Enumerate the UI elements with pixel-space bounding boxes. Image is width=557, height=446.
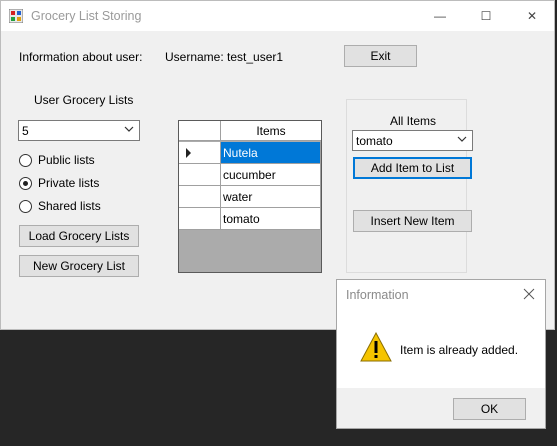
row-header[interactable] [179,208,221,230]
chevron-down-icon [124,126,134,132]
radio-shared-label: Shared lists [38,199,101,213]
chevron-down-icon [457,136,467,142]
maximize-button[interactable]: ☐ [463,1,509,31]
add-item-to-list-button[interactable]: Add Item to List [353,157,472,179]
information-dialog: Information Item is already added. OK [336,279,546,429]
new-grocery-list-button[interactable]: New Grocery List [19,255,139,277]
grid-column-header[interactable]: Items [221,124,321,138]
table-row[interactable]: water [179,186,321,208]
window-title: Grocery List Storing [31,9,142,23]
close-icon[interactable] [523,288,535,300]
dialog-body: Item is already added. [337,309,545,388]
grocery-list-combo-value: 5 [22,124,29,138]
radio-circle [19,177,32,190]
row-header[interactable] [179,186,221,208]
dialog-title: Information [346,288,409,302]
radio-circle [19,154,32,167]
warning-icon [360,332,392,362]
cell-text: water [223,190,253,204]
radio-circle [19,200,32,213]
grocery-list-combo[interactable]: 5 [18,120,140,141]
table-cell[interactable]: water [221,186,321,208]
close-icon: ✕ [526,9,538,23]
ok-button[interactable]: OK [453,398,526,420]
cell-text: cucumber [223,168,276,182]
minimize-button[interactable]: — [417,1,463,31]
dialog-title-bar[interactable]: Information [337,280,545,309]
all-items-combo[interactable]: tomato [352,130,473,151]
app-icon [9,9,23,23]
table-row[interactable]: tomato [179,208,321,230]
radio-selected-dot [23,181,28,186]
radio-private-label: Private lists [38,176,100,190]
load-grocery-lists-button[interactable]: Load Grocery Lists [19,225,139,247]
table-cell[interactable]: Nutela [221,142,321,164]
insert-new-item-button[interactable]: Insert New Item [353,210,472,232]
user-grocery-lists-label: User Grocery Lists [34,93,134,107]
table-row[interactable]: cucumber [179,164,321,186]
radio-public-label: Public lists [38,153,95,167]
title-bar[interactable]: Grocery List Storing — ☐ ✕ [1,1,554,31]
row-header[interactable] [179,164,221,186]
username-label: Username: test_user1 [165,50,284,64]
user-info-label: Information about user: [19,50,143,64]
all-items-label: All Items [390,114,437,128]
dialog-message: Item is already added. [400,343,519,357]
table-row[interactable]: Nutela [179,142,321,164]
items-grid[interactable]: Items Nutela cucumber water tomato [178,120,322,273]
grid-header: Items [179,121,321,141]
cell-text: Nutela [223,146,258,160]
minimize-icon: — [434,9,446,23]
current-row-pointer-icon [186,148,191,158]
close-button[interactable]: ✕ [509,1,555,31]
table-cell[interactable]: cucumber [221,164,321,186]
exit-button[interactable]: Exit [344,45,417,67]
cell-text: tomato [223,212,260,226]
table-cell[interactable]: tomato [221,208,321,230]
all-items-combo-value: tomato [356,134,393,148]
grid-corner [179,121,221,140]
row-header[interactable] [179,142,221,164]
maximize-icon: ☐ [480,9,492,23]
